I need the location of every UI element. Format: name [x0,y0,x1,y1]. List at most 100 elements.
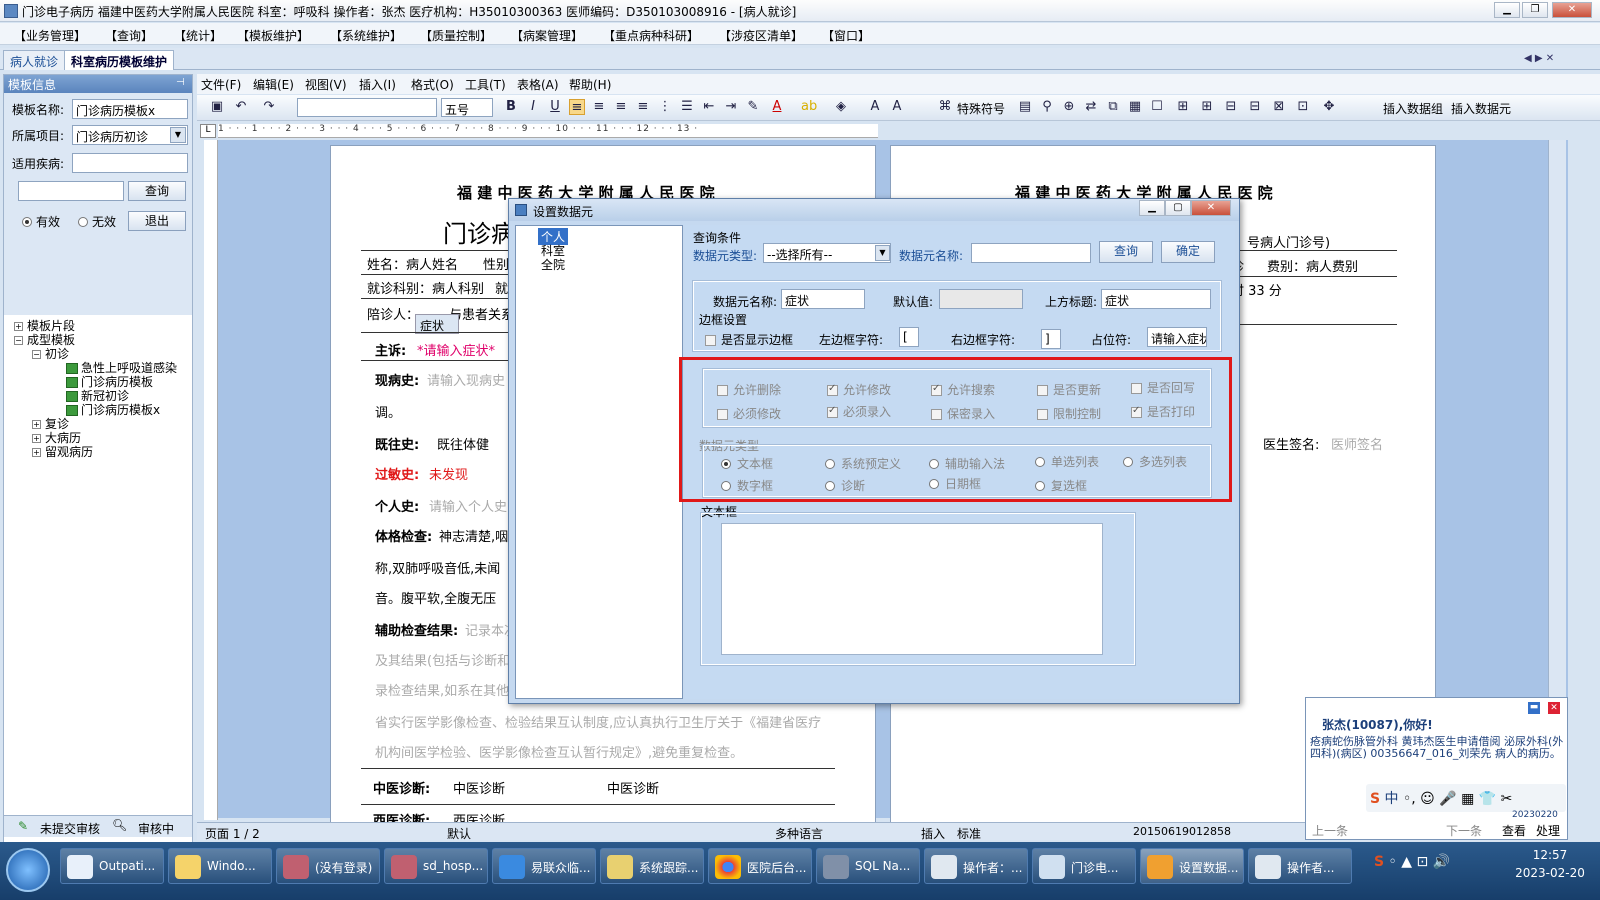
textbox-settings-area[interactable] [721,523,1103,655]
pin-icon[interactable]: ⊣ [176,77,185,88]
taskbar-item[interactable]: 门诊电... [1032,848,1136,884]
insert-data-element-button[interactable]: 插入数据元 [1451,100,1511,117]
align-left-icon[interactable]: ≡ [569,99,585,115]
left-border-input[interactable]: [ [899,327,919,347]
popup-message[interactable]: 疮病蛇伤脉管外科 黄玮杰医生申请借阅 泌尿外科(外四科)(病区) 0035664… [1310,736,1566,760]
paste-icon[interactable]: ▦ [1127,99,1143,115]
ruler-corner[interactable]: L [200,124,216,138]
dialog-close-button[interactable]: ✕ [1191,200,1231,216]
editor-menu-file[interactable]: 文件(F) [201,76,241,93]
highlight-icon[interactable]: ab [801,99,817,115]
patient-name-field[interactable]: 姓名：病人姓名 [367,254,458,273]
editor-menu-help[interactable]: 帮助(H) [569,76,611,93]
popup-minimize-icon[interactable]: ▬ [1528,702,1540,714]
personal-history-value[interactable]: 请输入个人史 [429,496,507,515]
font-size-select[interactable]: 五号 [441,98,493,117]
chevron-down-icon[interactable]: ▼ [170,127,186,143]
tree-node-first-visit[interactable]: − 初诊 [32,345,69,362]
tray-icons[interactable]: S ◦ ▲ ⊡ 🔊 [1374,854,1450,870]
dialog-ok-button[interactable]: 确定 [1161,241,1215,263]
editor-menu-table[interactable]: 表格(A) [517,76,559,93]
table-row-icon[interactable]: ⊟ [1247,99,1263,115]
menu-stats[interactable]: 【统计】 [174,27,222,44]
element-name-input[interactable]: 症状 [781,289,865,309]
not-submitted-button[interactable]: 未提交审核 [40,820,100,837]
editor-menu-tools[interactable]: 工具(T) [465,76,506,93]
align-right-icon[interactable]: ≡ [613,99,629,115]
doctor-sign-value[interactable]: 医师签名 [1331,434,1383,453]
tab-scroll-arrows[interactable]: ◀ ▶ ✕ [1524,53,1554,64]
menu-research[interactable]: 【重点病种科研】 [603,27,699,44]
tab-patient-visit[interactable]: 病人就诊 [3,50,66,70]
popup-close-icon[interactable]: ✕ [1548,702,1560,714]
popup-prev-button[interactable]: 上一条 [1312,822,1348,839]
menu-quality[interactable]: 【质量控制】 [420,27,492,44]
menu-template[interactable]: 【模板维护】 [237,27,309,44]
chief-complaint-value[interactable]: *请输入症状* [417,340,495,359]
invalid-radio[interactable] [78,217,88,227]
clock-date[interactable]: 2023-02-20 [1510,866,1590,880]
physical-exam-value[interactable]: 神志清楚,咽 [439,526,508,545]
sex-field[interactable]: 性别 [483,254,509,273]
menu-window[interactable]: 【窗口】 [822,27,870,44]
menu-records[interactable]: 【病案管理】 [511,27,583,44]
menu-epidemic[interactable]: 【涉疫区清单】 [719,27,803,44]
merge-cells-icon[interactable]: ⊠ [1271,99,1287,115]
template-search-input[interactable] [18,181,124,201]
right-border-input[interactable]: ] [1041,329,1061,349]
chevron-down-icon[interactable]: ▼ [875,245,890,261]
replace-icon[interactable]: ⇄ [1083,99,1099,115]
editor-menu-format[interactable]: 格式(O) [411,76,454,93]
upper-title-input[interactable]: 症状 [1101,289,1211,309]
tcm-diagnosis-value-2[interactable]: 中医诊断 [607,778,659,797]
taskbar-item[interactable]: 操作者... [1248,848,1352,884]
bold-icon[interactable]: B [503,99,519,115]
insert-field-icon[interactable]: ▤ [1017,99,1033,115]
show-border-checkbox[interactable] [705,335,716,346]
tcm-diagnosis-value-1[interactable]: 中医诊断 [453,778,505,797]
past-history-value[interactable]: 既往体健 [437,434,489,453]
menu-business[interactable]: 【业务管理】 [14,27,86,44]
insert-data-group-button[interactable]: 插入数据组 [1383,100,1443,117]
taskbar-item[interactable]: (没有登录) [276,848,380,884]
font-grow-icon[interactable]: A [867,99,883,115]
bullet-list-icon[interactable]: ☰ [679,99,695,115]
scope-hospital[interactable]: 全院 [541,256,565,273]
table-insert-icon[interactable]: ⊞ [1199,99,1215,115]
dialog-minimize-button[interactable]: ▁ [1139,200,1165,216]
popup-view-button[interactable]: 查看 [1502,822,1526,839]
table-icon[interactable]: ⊞ [1175,99,1191,115]
format-painter-icon[interactable]: ✎ [745,99,761,115]
editor-menu-insert[interactable]: 插入(I) [359,76,396,93]
element-name-query-input[interactable] [971,243,1091,263]
query-button[interactable]: 查询 [128,181,186,201]
element-type-select[interactable]: --选择所有-- [763,243,891,263]
font-shrink-icon[interactable]: A [889,99,905,115]
copy-icon[interactable]: ⧉ [1105,99,1121,115]
placeholder-input[interactable]: 请输入症状 [1147,327,1207,347]
start-button[interactable] [6,848,50,892]
fill-color-icon[interactable]: ◈ [833,99,849,115]
font-family-select[interactable] [297,98,437,117]
numbered-list-icon[interactable]: ⋮ [657,99,673,115]
search-icon[interactable]: ⚲ [1039,99,1055,115]
under-review-button[interactable]: 审核中 [138,820,174,837]
companion-field[interactable]: 陪诊人： [367,304,419,323]
taskbar-item[interactable]: sd_hosp... [384,848,488,884]
italic-icon[interactable]: I [525,99,541,115]
valid-radio[interactable] [22,217,32,227]
taskbar-item[interactable]: 系统跟踪... [600,848,704,884]
split-cells-icon[interactable]: ⊡ [1295,99,1311,115]
dialog-query-button[interactable]: 查询 [1099,241,1153,263]
exit-button[interactable]: 退出 [128,211,186,231]
outpatient-number[interactable]: 号病人门诊号) [1247,232,1330,251]
taskbar-item[interactable]: 医院后台... [708,848,812,884]
indent-icon[interactable]: ⇥ [723,99,739,115]
popup-handle-button[interactable]: 处理 [1536,822,1560,839]
save-icon[interactable]: ▣ [209,99,225,115]
ime-toolbar[interactable]: S 中 ◦, ☺ 🎤 ▦ 👕 ✂ [1366,784,1566,812]
move-icon[interactable]: ✥ [1321,99,1337,115]
editor-menu-view[interactable]: 视图(V) [305,76,347,93]
dept-field[interactable]: 就诊科别：病人科别 [367,278,484,297]
font-color-icon[interactable]: A [769,99,785,115]
